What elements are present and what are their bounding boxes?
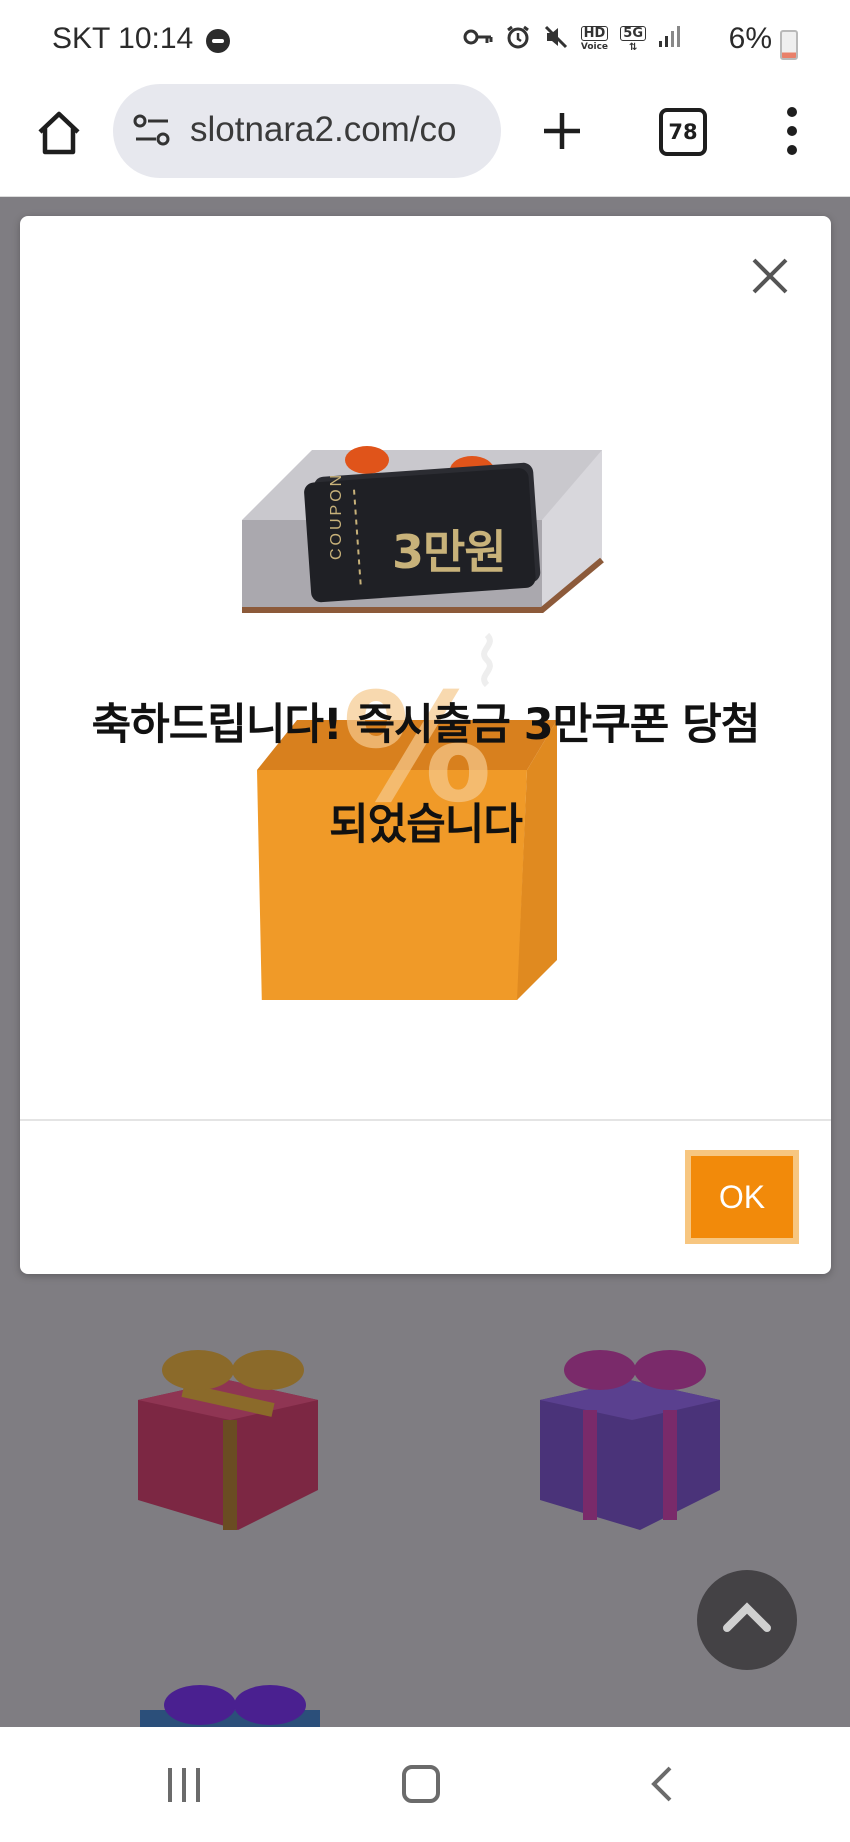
back-button[interactable] [648,1764,674,1804]
recent-apps-icon [168,1768,200,1802]
do-not-disturb-icon [206,29,230,53]
battery-percent: 6% [728,22,772,55]
headline-line-1: 축하드립니다! 즉시출금 3만쿠폰 당첨 [91,700,761,750]
site-settings-icon[interactable] [132,112,172,148]
signal-icon [658,25,680,55]
ok-button[interactable]: OK [685,1150,799,1244]
home-button[interactable] [34,108,84,158]
plus-icon [544,113,580,149]
mute-icon [543,24,569,56]
new-tab-button[interactable] [538,107,586,155]
gift-box-blue[interactable] [130,1670,326,1730]
vpn-key-icon [463,26,493,54]
close-icon [752,258,788,294]
hd-label: HD [580,26,609,41]
coupon-label: COUPON [328,471,345,560]
5g-icon: 5G ⇅ [620,26,646,54]
back-chevron-icon [651,1766,672,1802]
more-menu-button[interactable] [780,104,804,158]
alarm-icon [505,24,531,56]
chevron-up-icon [723,1602,771,1632]
status-bar: SKT 10:14 HD Voice 5G ⇅ 6% [0,0,850,80]
status-icons: HD Voice 5G ⇅ [463,24,680,56]
voice-label: Voice [580,42,609,52]
more-vert-icon [787,107,797,155]
gift-box-purple[interactable] [530,1340,726,1530]
headline-line-2: 되었습니다 [329,800,523,850]
gift-box-red[interactable] [128,1340,324,1530]
hd-voice-icon: HD Voice [580,26,609,54]
battery-icon [780,30,798,60]
network-label: 5G [620,26,646,41]
recent-apps-button[interactable] [164,1766,204,1804]
home-icon [38,111,80,155]
scroll-to-top-button[interactable] [697,1570,797,1670]
coupon-value: 3만원 [392,525,507,579]
url-text[interactable]: slotnara2.com/co [190,110,480,150]
dialog-divider [20,1119,831,1121]
close-button[interactable] [750,256,790,296]
home-nav-button[interactable] [402,1765,440,1803]
tab-switcher-button[interactable]: 78 [659,108,707,156]
status-time: SKT 10:14 [52,22,194,55]
